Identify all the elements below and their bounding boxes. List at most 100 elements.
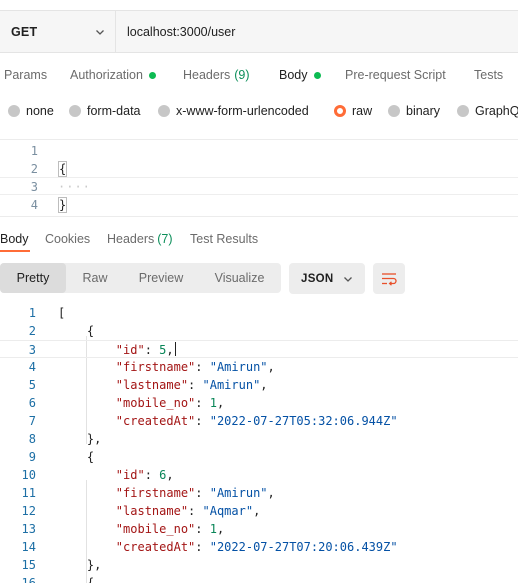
view-preview-button[interactable]: Preview bbox=[124, 263, 198, 293]
json-key-value: "mobile_no": 1, bbox=[115, 396, 225, 410]
code-line: 8 }, bbox=[0, 430, 518, 448]
line-number: 3 bbox=[28, 343, 36, 357]
radio-label: raw bbox=[352, 104, 373, 118]
tab-test-results[interactable]: Test Results bbox=[190, 229, 258, 251]
button-label: Pretty bbox=[16, 271, 50, 285]
code-line: 15 }, bbox=[0, 556, 518, 574]
json-key-value: "id": 5, bbox=[115, 343, 174, 357]
tab-label: Headers bbox=[183, 68, 231, 82]
tab-params[interactable]: Params bbox=[4, 62, 47, 88]
radio-label: binary bbox=[406, 104, 441, 118]
view-visualize-button[interactable]: Visualize bbox=[198, 263, 281, 293]
line-number: 1 bbox=[30, 144, 38, 158]
code-line: 10 "id": 6, bbox=[0, 466, 518, 484]
json-key-value: "id": 6, bbox=[115, 468, 174, 482]
method-label: GET bbox=[11, 24, 38, 39]
response-tabs: Body Cookies Headers (7) Test Results bbox=[0, 229, 518, 252]
radio-x-www-form-urlencoded[interactable]: x-www-form-urlencoded bbox=[158, 100, 309, 122]
view-mode-selector: Pretty Raw Preview Visualize bbox=[0, 263, 281, 293]
line-number: 9 bbox=[28, 450, 36, 464]
tab-tests[interactable]: Tests bbox=[474, 62, 503, 88]
tab-label: Pre-request Script bbox=[345, 68, 446, 82]
chevron-down-icon bbox=[96, 30, 104, 35]
code-line: 14 "createdAt": "2022-07-27T07:20:06.439… bbox=[0, 538, 518, 556]
tab-cookies[interactable]: Cookies bbox=[45, 229, 90, 251]
radio-label: x-www-form-urlencoded bbox=[176, 104, 309, 118]
line-number: 8 bbox=[28, 432, 36, 446]
tab-label: Body bbox=[0, 232, 29, 246]
code-line: 6 "mobile_no": 1, bbox=[0, 394, 518, 412]
code-text: }, bbox=[58, 432, 102, 446]
radio-circle-icon bbox=[158, 105, 170, 117]
active-tab-underline bbox=[0, 250, 30, 252]
tab-label: Params bbox=[4, 68, 48, 82]
status-dot-icon bbox=[313, 71, 321, 79]
chevron-down-icon bbox=[344, 277, 352, 282]
format-select[interactable]: JSON bbox=[289, 263, 365, 294]
tab-body[interactable]: Body bbox=[279, 62, 321, 88]
indent-guide: ···· bbox=[58, 180, 91, 194]
code-line-active: 3 "id": 5, bbox=[0, 340, 518, 358]
request-body-editor[interactable]: 1 2 { 3 ···· 4 } bbox=[0, 139, 518, 217]
line-number: 2 bbox=[30, 162, 38, 176]
response-body-viewer[interactable]: 1 [ 2 { 3 "id": 5, 4 "firstname": "Amiru… bbox=[0, 304, 518, 583]
tab-label: Tests bbox=[474, 68, 504, 82]
radio-label: form-data bbox=[87, 104, 141, 118]
radio-selected-icon bbox=[334, 105, 346, 117]
status-dot-icon bbox=[148, 71, 156, 79]
code-line: 16 { bbox=[0, 574, 518, 583]
code-text: { bbox=[58, 450, 95, 464]
button-label: Raw bbox=[82, 271, 108, 285]
radio-form-data[interactable]: form-data bbox=[69, 100, 141, 122]
radio-label: none bbox=[26, 104, 54, 118]
json-key-value: "createdAt": "2022-07-27T05:32:06.944Z" bbox=[115, 414, 398, 428]
request-url-bar: GET localhost:3000/user bbox=[0, 10, 518, 53]
code-line: 5 "lastname": "Amirun", bbox=[0, 376, 518, 394]
wrap-lines-button[interactable] bbox=[373, 263, 405, 294]
editor-line: 2 { bbox=[0, 160, 518, 178]
tab-response-body[interactable]: Body bbox=[0, 229, 29, 251]
text-cursor bbox=[174, 342, 176, 356]
body-type-radios: none form-data x-www-form-urlencoded raw… bbox=[0, 100, 518, 122]
json-key-value: "createdAt": "2022-07-27T07:20:06.439Z" bbox=[115, 540, 398, 554]
matched-brace: { bbox=[58, 161, 68, 177]
tab-count: (9) bbox=[234, 68, 250, 82]
code-text: } bbox=[58, 196, 68, 214]
tab-label: Body bbox=[279, 68, 308, 82]
url-text: localhost:3000/user bbox=[127, 24, 236, 39]
line-number: 11 bbox=[21, 486, 36, 500]
tab-response-headers[interactable]: Headers (7) bbox=[107, 229, 173, 251]
tab-authorization[interactable]: Authorization bbox=[70, 62, 156, 88]
tab-count: (7) bbox=[157, 232, 173, 246]
code-text: { bbox=[58, 322, 94, 340]
code-line: 12 "lastname": "Aqmar", bbox=[0, 502, 518, 520]
url-input[interactable]: localhost:3000/user bbox=[116, 10, 518, 53]
radio-label: GraphQL bbox=[475, 104, 518, 118]
radio-none[interactable]: none bbox=[8, 100, 54, 122]
line-number: 14 bbox=[21, 540, 36, 554]
code-line: 1 [ bbox=[0, 304, 518, 322]
code-text: { bbox=[58, 160, 68, 178]
format-label: JSON bbox=[301, 272, 334, 285]
tab-label: Authorization bbox=[70, 68, 143, 82]
view-raw-button[interactable]: Raw bbox=[66, 263, 124, 293]
radio-raw[interactable]: raw bbox=[334, 100, 372, 122]
tab-pre-request-script[interactable]: Pre-request Script bbox=[345, 62, 446, 88]
tab-label: Headers bbox=[107, 232, 155, 246]
line-number: 5 bbox=[28, 378, 36, 392]
code-line: 11 "firstname": "Amirun", bbox=[0, 484, 518, 502]
line-number: 4 bbox=[28, 360, 36, 374]
tab-label: Cookies bbox=[45, 232, 91, 246]
json-key-value: "firstname": "Amirun", bbox=[115, 486, 275, 500]
button-label: Preview bbox=[138, 271, 184, 285]
request-tabs: Params Authorization Headers (9) Body Pre… bbox=[0, 62, 518, 88]
method-select[interactable]: GET bbox=[0, 10, 116, 53]
radio-circle-icon bbox=[69, 105, 81, 117]
code-line: 9 { bbox=[0, 448, 518, 466]
tab-headers[interactable]: Headers (9) bbox=[183, 62, 250, 88]
json-key-value: "lastname": "Aqmar", bbox=[115, 504, 261, 518]
radio-binary[interactable]: binary bbox=[388, 100, 440, 122]
radio-graphql[interactable]: GraphQL bbox=[457, 100, 518, 122]
view-pretty-button[interactable]: Pretty bbox=[0, 263, 66, 293]
line-number: 10 bbox=[21, 468, 36, 482]
